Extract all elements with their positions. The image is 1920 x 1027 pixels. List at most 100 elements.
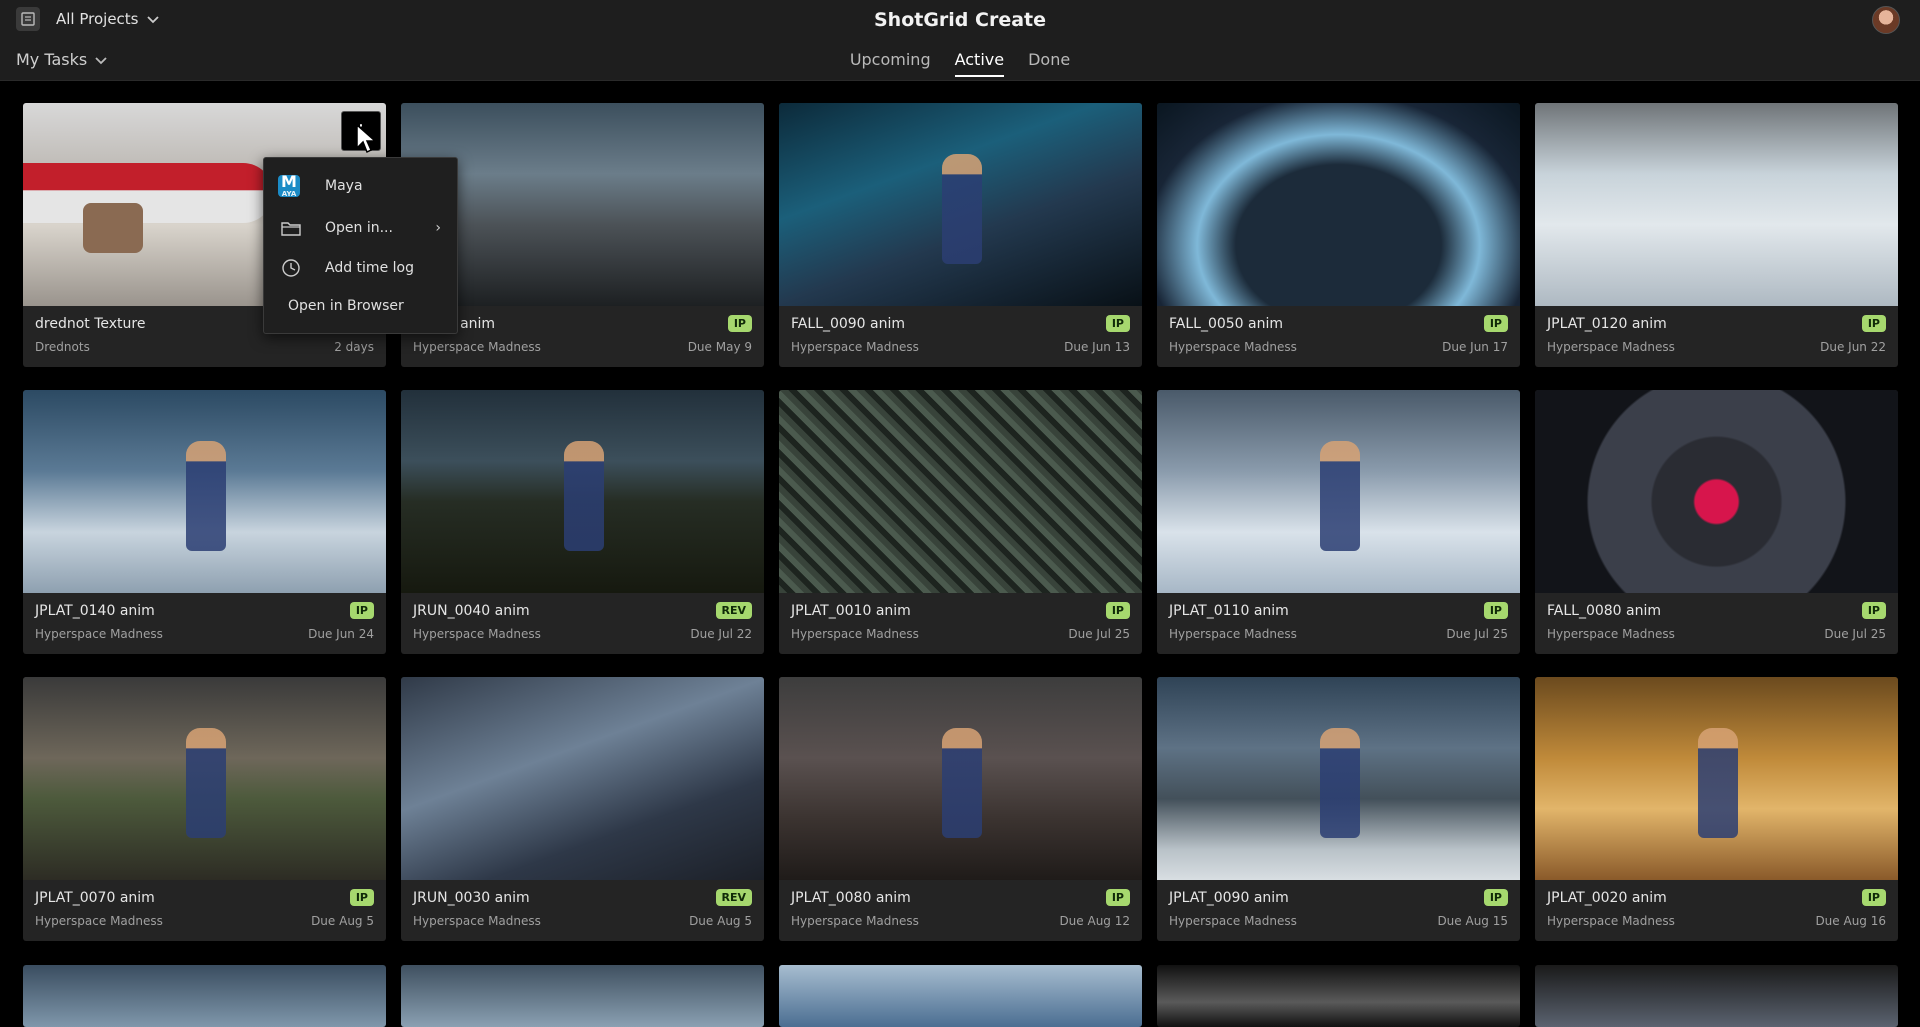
- task-title: JPLAT_0080 anim: [791, 890, 911, 906]
- user-avatar[interactable]: [1872, 6, 1900, 34]
- menu-item-label: Add time log: [325, 260, 414, 276]
- task-project: Hyperspace Madness: [791, 627, 919, 641]
- task-project: Hyperspace Madness: [35, 627, 163, 641]
- folder-icon: [280, 217, 302, 239]
- task-title: drednot Texture: [35, 316, 146, 332]
- task-project: Drednots: [35, 340, 90, 354]
- task-project: Hyperspace Madness: [791, 914, 919, 928]
- task-due: Due Jul 25: [1824, 627, 1886, 641]
- task-title: JPLAT_0010 anim: [791, 603, 911, 619]
- task-title: JPLAT_0120 anim: [1547, 316, 1667, 332]
- task-project: Hyperspace Madness: [1547, 340, 1675, 354]
- task-due: Due Jun 22: [1820, 340, 1886, 354]
- chevron-right-icon: ›: [435, 220, 441, 236]
- task-card[interactable]: [23, 965, 386, 1027]
- menu-item-open-in[interactable]: Open in... ›: [264, 210, 457, 246]
- task-project: Hyperspace Madness: [791, 340, 919, 354]
- task-card[interactable]: [779, 965, 1142, 1027]
- status-badge: IP: [1861, 315, 1886, 332]
- maya-icon: M AYA: [278, 174, 300, 198]
- task-due: Due Jun 24: [308, 627, 374, 641]
- task-project: Hyperspace Madness: [1169, 914, 1297, 928]
- status-badge: IP: [1861, 889, 1886, 906]
- task-thumbnail: [23, 677, 386, 880]
- menu-item-add-time-log[interactable]: Add time log: [264, 250, 457, 286]
- task-card[interactable]: [1535, 965, 1898, 1027]
- status-badge: REV: [715, 602, 752, 619]
- task-title: JPLAT_0140 anim: [35, 603, 155, 619]
- status-badge: REV: [715, 889, 752, 906]
- task-due: Due Aug 16: [1815, 914, 1886, 928]
- task-card[interactable]: FALL_0090 anim IP Hyperspace Madness Due…: [779, 103, 1142, 367]
- task-due: Due Aug 12: [1059, 914, 1130, 928]
- task-title: JPLAT_0070 anim: [35, 890, 155, 906]
- task-due: 2 days: [334, 340, 374, 354]
- task-card[interactable]: FALL_0050 anim IP Hyperspace Madness Due…: [1157, 103, 1520, 367]
- task-card[interactable]: [401, 965, 764, 1027]
- status-badge: IP: [1105, 602, 1130, 619]
- task-project: Hyperspace Madness: [35, 914, 163, 928]
- menu-item-label: Maya: [325, 178, 363, 194]
- task-due: Due Jul 22: [690, 627, 752, 641]
- task-due: Due Aug 5: [311, 914, 374, 928]
- menu-item-open-in-browser[interactable]: Open in Browser: [264, 288, 457, 324]
- sub-bar: My Tasks Upcoming Active Done: [0, 40, 1920, 81]
- task-card[interactable]: JRUN_0040 anim REV Hyperspace Madness Du…: [401, 390, 764, 654]
- task-thumbnail: [401, 390, 764, 593]
- status-badge: IP: [1861, 602, 1886, 619]
- task-thumbnail: [1535, 390, 1898, 593]
- task-due: Due Jun 13: [1064, 340, 1130, 354]
- task-due: Due Jul 25: [1068, 627, 1130, 641]
- status-badge: IP: [1105, 315, 1130, 332]
- status-badge: IP: [1105, 889, 1130, 906]
- tab-done[interactable]: Done: [1028, 48, 1070, 77]
- task-card[interactable]: JRUN_0030 anim REV Hyperspace Madness Du…: [401, 677, 764, 941]
- status-badge: IP: [1483, 889, 1508, 906]
- task-title: JPLAT_0110 anim: [1169, 603, 1289, 619]
- task-project: Hyperspace Madness: [1547, 627, 1675, 641]
- task-title: JRUN_0040 anim: [413, 603, 530, 619]
- task-thumbnail: [779, 677, 1142, 880]
- status-badge: IP: [349, 889, 374, 906]
- task-card[interactable]: FALL_0080 anim IP Hyperspace Madness Due…: [1535, 390, 1898, 654]
- task-card[interactable]: JPLAT_0110 anim IP Hyperspace Madness Du…: [1157, 390, 1520, 654]
- status-badge: IP: [1483, 602, 1508, 619]
- status-badge: IP: [1483, 315, 1508, 332]
- context-menu: M AYA Maya Open in... › Add time log Ope…: [263, 157, 458, 334]
- task-card[interactable]: JPLAT_0120 anim IP Hyperspace Madness Du…: [1535, 103, 1898, 367]
- task-title: JPLAT_0020 anim: [1547, 890, 1667, 906]
- task-project: Hyperspace Madness: [413, 914, 541, 928]
- task-card[interactable]: JPLAT_0020 anim IP Hyperspace Madness Du…: [1535, 677, 1898, 941]
- task-due: Due Jul 25: [1446, 627, 1508, 641]
- top-bar: All Projects ShotGrid Create: [0, 0, 1920, 40]
- menu-item-label: Open in...: [325, 220, 393, 236]
- menu-item-maya[interactable]: M AYA Maya: [264, 168, 457, 204]
- task-card[interactable]: [1157, 965, 1520, 1027]
- task-title: JPLAT_0090 anim: [1169, 890, 1289, 906]
- task-due: Due Aug 15: [1437, 914, 1508, 928]
- task-thumbnail: [1157, 677, 1520, 880]
- task-card[interactable]: JPLAT_0090 anim IP Hyperspace Madness Du…: [1157, 677, 1520, 941]
- task-due: Due May 9: [687, 340, 752, 354]
- task-project: Hyperspace Madness: [1169, 340, 1297, 354]
- task-project: Hyperspace Madness: [1547, 914, 1675, 928]
- task-title: FALL_0050 anim: [1169, 316, 1284, 332]
- clock-icon: [280, 257, 302, 279]
- task-thumbnail: [1157, 390, 1520, 593]
- task-card[interactable]: JPLAT_0010 anim IP Hyperspace Madness Du…: [779, 390, 1142, 654]
- task-thumbnail: [1535, 677, 1898, 880]
- task-title: JRUN_0030 anim: [413, 890, 530, 906]
- status-badge: IP: [727, 315, 752, 332]
- task-title: FALL_0090 anim: [791, 316, 906, 332]
- tab-upcoming[interactable]: Upcoming: [850, 48, 931, 77]
- tab-active[interactable]: Active: [954, 48, 1005, 77]
- task-thumbnail: [401, 677, 764, 880]
- task-card[interactable]: JPLAT_0080 anim IP Hyperspace Madness Du…: [779, 677, 1142, 941]
- task-due: Due Jun 17: [1442, 340, 1508, 354]
- task-due: Due Aug 5: [689, 914, 752, 928]
- app-title: ShotGrid Create: [873, 9, 1047, 31]
- task-card[interactable]: JPLAT_0070 anim IP Hyperspace Madness Du…: [23, 677, 386, 941]
- task-thumbnail: [779, 103, 1142, 306]
- task-project: Hyperspace Madness: [413, 627, 541, 641]
- task-card[interactable]: JPLAT_0140 anim IP Hyperspace Madness Du…: [23, 390, 386, 654]
